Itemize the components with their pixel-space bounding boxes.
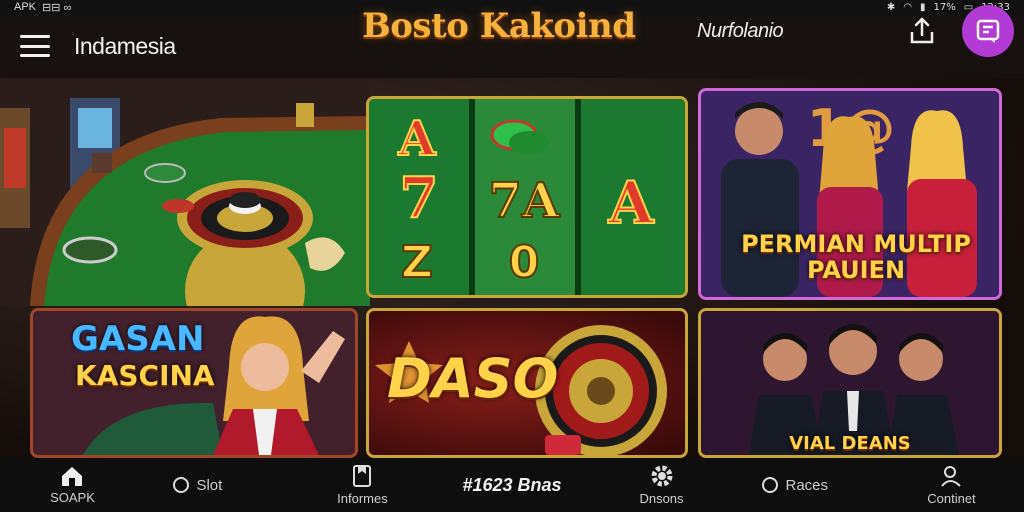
- multiplayer-caption: PERMIAN MULTIP PAUIEN: [741, 230, 971, 284]
- nav-info-label: Informes: [337, 491, 388, 506]
- slot-symbol-8: A: [607, 169, 654, 237]
- casino-caption-bottom: KASCINA: [75, 359, 215, 392]
- slot-symbol-5: 7A: [489, 173, 560, 229]
- slot-symbol-6: 0: [509, 237, 540, 288]
- nav-races-label: Races: [785, 476, 829, 494]
- vial-caption: VIAL DEANS: [789, 433, 911, 454]
- username[interactable]: Nurfolanio: [697, 20, 784, 43]
- nav-home[interactable]: SOAPK: [27, 465, 117, 505]
- bluetooth-icon: ✱: [886, 1, 896, 13]
- nav-center-balance[interactable]: #1623 Bnas: [462, 475, 561, 496]
- slot-symbol-1: A: [397, 111, 436, 167]
- chat-button[interactable]: [962, 5, 1014, 57]
- bottom-nav: SOAPK Slot Informes #1623 Bnas Dnsons Ra…: [0, 458, 1024, 512]
- nav-slot-label: Slot: [196, 476, 223, 494]
- roulette-table-art: [0, 78, 370, 306]
- menu-icon[interactable]: [20, 35, 50, 57]
- tile-multiplayer[interactable]: 1@ PERMIAN MULTIP PAUIEN: [698, 88, 1002, 300]
- tile-vial-deans[interactable]: VIAL DEANS: [698, 308, 1002, 458]
- status-icons: ⊟⊟ ∞: [42, 1, 72, 14]
- circle-icon: [762, 477, 779, 493]
- nav-settings[interactable]: Dnsons: [617, 464, 707, 506]
- region-title[interactable]: Indamesia: [74, 33, 176, 60]
- tile-roulette-table[interactable]: [0, 78, 370, 306]
- share-icon[interactable]: [908, 16, 936, 46]
- document-icon: [353, 465, 372, 487]
- battery-percent: 17%: [933, 1, 956, 13]
- nav-contact-label: Continet: [927, 491, 976, 506]
- circle-icon: [173, 477, 190, 493]
- nav-slot[interactable]: Slot: [172, 476, 262, 494]
- signal-icon: ▮: [919, 1, 926, 13]
- tile-casino-dealer[interactable]: GASAN KASCINA: [30, 308, 358, 458]
- gear-icon: [651, 465, 672, 487]
- tile-slot-reels[interactable]: A 7 Z 7A 0 A: [366, 96, 688, 298]
- nav-contact[interactable]: Continet: [906, 464, 996, 506]
- slot-reels-art: A 7 Z 7A 0 A: [369, 99, 685, 295]
- slot-symbol-2: 7: [400, 165, 439, 231]
- nav-home-label: SOAPK: [50, 490, 95, 505]
- game-grid: A 7 Z 7A 0 A 1@ PERMIAN MULTIP PAUIEN: [0, 78, 1024, 458]
- tile-daso-roulette[interactable]: DASO: [366, 308, 688, 458]
- nav-info[interactable]: Informes: [317, 464, 407, 506]
- slot-symbol-3: Z: [401, 237, 433, 288]
- wifi-icon: ◠: [903, 1, 912, 13]
- user-icon: [941, 466, 962, 487]
- casino-caption-top: GASAN: [71, 319, 205, 359]
- nav-settings-label: Dnsons: [639, 491, 684, 506]
- brand-logo: Bosto Kakoind: [362, 6, 636, 46]
- status-app-text: APK: [14, 1, 37, 13]
- daso-caption: DASO: [387, 347, 559, 410]
- chat-icon: [976, 19, 1000, 43]
- home-icon: [62, 467, 83, 486]
- nav-races[interactable]: Races: [761, 476, 851, 494]
